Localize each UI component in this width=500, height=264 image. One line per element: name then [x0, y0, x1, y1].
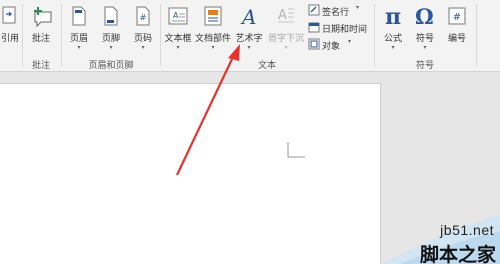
watermark-site: jb51.net — [440, 222, 494, 238]
watermark-name: 脚本之家 — [419, 244, 496, 264]
